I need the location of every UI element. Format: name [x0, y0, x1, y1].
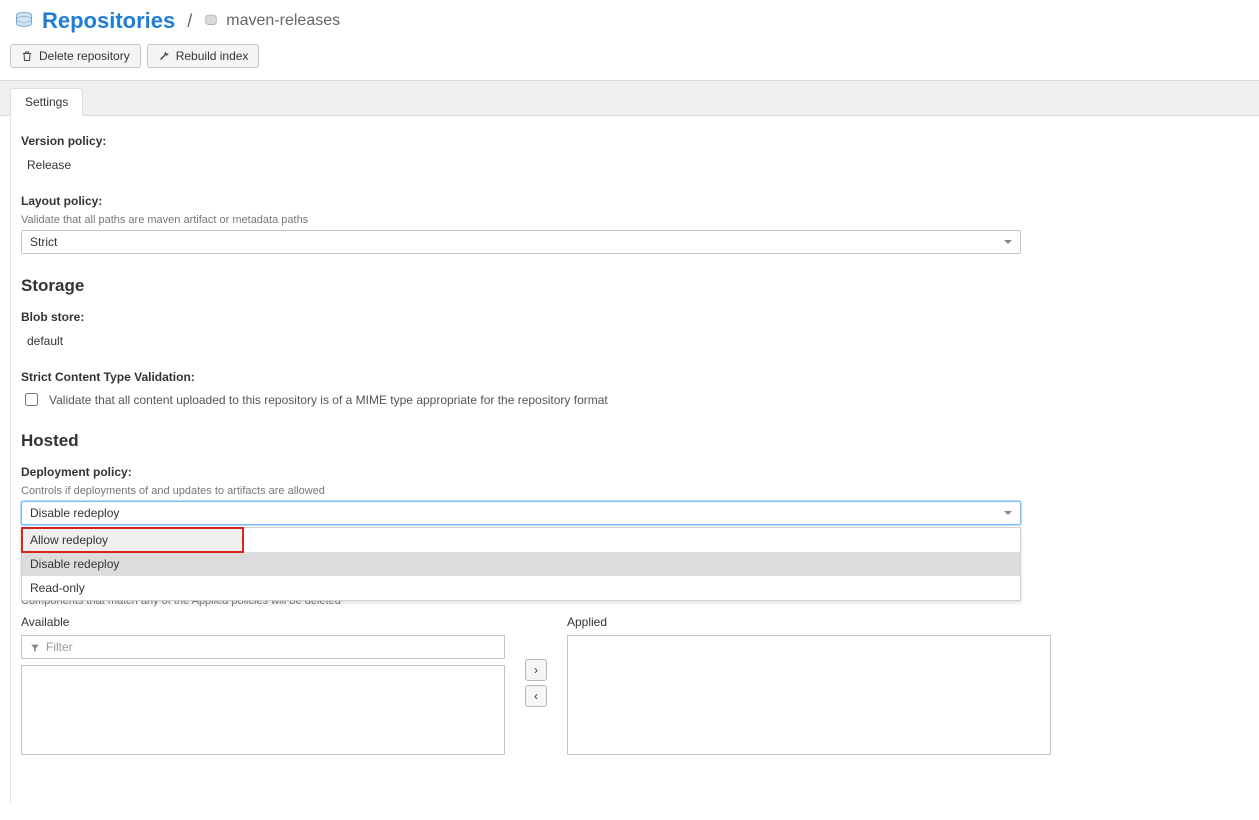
rebuild-index-button[interactable]: Rebuild index	[147, 44, 260, 68]
toolbar: Delete repository Rebuild index	[0, 40, 1259, 80]
strict-validation-label: Strict Content Type Validation:	[21, 370, 1249, 384]
database-icon-small	[204, 14, 218, 28]
tab-bar: Settings	[0, 80, 1259, 116]
applied-label: Applied	[567, 615, 1051, 629]
database-icon	[14, 11, 34, 31]
blob-store-value: default	[21, 330, 1249, 352]
caret-down-icon	[1004, 240, 1012, 244]
layout-policy-label: Layout policy:	[21, 194, 1249, 208]
deployment-policy-group: Disable redeploy Allow redeploy Disable …	[21, 501, 1021, 525]
storage-section-title: Storage	[21, 276, 1249, 296]
available-filter-input[interactable]: Filter	[21, 635, 505, 659]
delete-repository-button[interactable]: Delete repository	[10, 44, 141, 68]
deployment-policy-help: Controls if deployments of and updates t…	[21, 485, 1249, 497]
trash-icon	[21, 50, 33, 62]
move-right-button[interactable]: ›	[525, 659, 547, 681]
option-read-only[interactable]: Read-only	[22, 576, 1020, 600]
version-policy-label: Version policy:	[21, 134, 1249, 148]
option-disable-redeploy[interactable]: Disable redeploy	[22, 552, 1020, 576]
caret-down-icon	[1004, 511, 1012, 515]
available-filter-placeholder: Filter	[46, 640, 73, 654]
option-allow-redeploy[interactable]: Allow redeploy	[22, 528, 243, 552]
layout-policy-select[interactable]: Strict	[21, 230, 1021, 254]
blob-store-label: Blob store:	[21, 310, 1249, 324]
breadcrumb-separator: /	[183, 11, 196, 32]
deployment-policy-select[interactable]: Disable redeploy	[21, 501, 1021, 525]
strict-validation-checkbox[interactable]	[25, 393, 38, 406]
wrench-icon	[158, 50, 170, 62]
tab-settings[interactable]: Settings	[10, 88, 83, 116]
applied-listbox[interactable]	[567, 635, 1051, 755]
version-policy-value: Release	[21, 154, 1249, 176]
layout-policy-select-value: Strict	[30, 235, 57, 249]
deployment-policy-label: Deployment policy:	[21, 465, 1249, 479]
breadcrumb-repo-name: maven-releases	[226, 12, 340, 30]
chevron-right-icon: ›	[534, 663, 538, 677]
available-listbox[interactable]	[21, 665, 505, 755]
strict-validation-text: Validate that all content uploaded to th…	[49, 393, 608, 407]
rebuild-index-label: Rebuild index	[176, 49, 249, 63]
hosted-section-title: Hosted	[21, 431, 1249, 451]
layout-policy-help: Validate that all paths are maven artifa…	[21, 214, 1249, 226]
delete-repository-label: Delete repository	[39, 49, 130, 63]
page-title[interactable]: Repositories	[42, 8, 175, 34]
available-label: Available	[21, 615, 505, 629]
chevron-left-icon: ‹	[534, 689, 538, 703]
filter-icon	[30, 642, 40, 652]
move-left-button[interactable]: ‹	[525, 685, 547, 707]
deployment-policy-dropdown: Allow redeploy Disable redeploy Read-onl…	[21, 527, 1021, 601]
deployment-policy-value: Disable redeploy	[30, 506, 119, 520]
settings-panel: Version policy: Release Layout policy: V…	[10, 116, 1259, 803]
page-header: Repositories / maven-releases	[0, 0, 1259, 40]
